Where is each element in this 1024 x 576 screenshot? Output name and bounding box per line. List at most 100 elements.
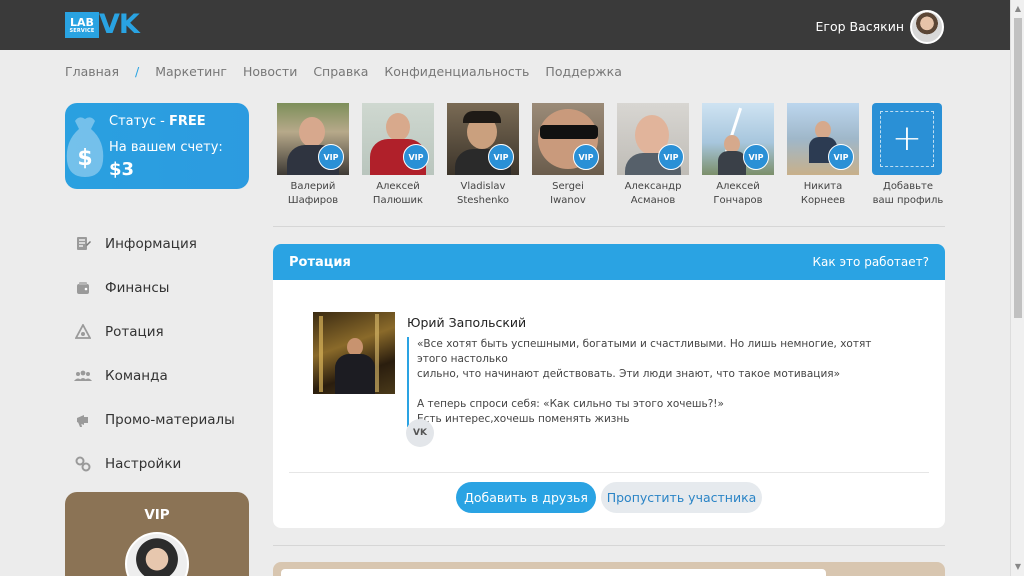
- top-nav: Главная / Маркетинг Новости Справка Конф…: [65, 64, 638, 79]
- vip-badge: VIP: [743, 144, 769, 170]
- vip-card-title: VIP: [144, 507, 170, 523]
- logo-lab-text: LAB: [70, 15, 94, 29]
- info-icon: [74, 235, 92, 253]
- vip-member-name: Sergei Iwanov: [532, 180, 604, 208]
- section-divider: [273, 545, 945, 546]
- vip-member-photo[interactable]: VIP: [532, 103, 604, 175]
- vip-member[interactable]: VIP Sergei Iwanov: [532, 103, 604, 208]
- wallet-icon: [74, 279, 92, 297]
- sidebar-item-promo[interactable]: Промо-материалы: [74, 398, 235, 442]
- vip-member[interactable]: VIP Никита Корнеев: [787, 103, 859, 208]
- scroll-thumb[interactable]: [1014, 18, 1022, 318]
- sidebar-item-label: Ротация: [105, 324, 164, 340]
- bottom-card-inner: [281, 569, 826, 576]
- vip-member-first-name: Алексей: [716, 181, 760, 192]
- user-name[interactable]: Егор Васякин: [816, 19, 905, 34]
- sidebar-item-label: Команда: [105, 368, 168, 384]
- vip-member-first-name: Валерий: [290, 181, 336, 192]
- vip-member-first-name: Никита: [803, 181, 843, 192]
- vip-badge: VIP: [658, 144, 684, 170]
- nav-link-marketing[interactable]: Маркетинг: [155, 64, 227, 79]
- vip-member-photo[interactable]: VIP: [787, 103, 859, 175]
- rotation-panel-title: Ротация: [289, 254, 351, 270]
- vip-member-name: Александр Асманов: [617, 180, 689, 208]
- vip-card[interactable]: VIP: [65, 492, 249, 576]
- vip-member-first-name: Александр: [624, 181, 682, 192]
- vip-badge: VIP: [488, 144, 514, 170]
- vip-member-name: Алексей Гончаров: [702, 180, 774, 208]
- vip-member[interactable]: VIP Александр Асманов: [617, 103, 689, 208]
- skip-participant-button[interactable]: Пропустить участника: [601, 482, 762, 513]
- vip-member-name: Валерий Шафиров: [277, 180, 349, 208]
- vip-card-photo[interactable]: [125, 532, 189, 576]
- sidebar-item-team[interactable]: Команда: [74, 354, 235, 398]
- logo[interactable]: LAB SERVICE VK: [65, 9, 140, 40]
- nav-link-help[interactable]: Справка: [313, 64, 368, 79]
- vip-member[interactable]: VIP Vladislav Steshenko: [447, 103, 519, 208]
- sidebar-item-rotation[interactable]: Ротация: [74, 310, 235, 354]
- sidebar-item-finance[interactable]: Финансы: [74, 266, 235, 310]
- megaphone-icon: [74, 411, 92, 429]
- scroll-up-arrow-icon[interactable]: ▲: [1011, 2, 1024, 16]
- panel-divider: [289, 472, 929, 473]
- vk-profile-icon[interactable]: VK: [406, 419, 434, 447]
- vip-badge: VIP: [828, 144, 854, 170]
- sidebar-item-settings[interactable]: Настройки: [74, 442, 235, 486]
- rotation-person-name[interactable]: Юрий Запольский: [407, 315, 526, 330]
- vip-member[interactable]: VIP Алексей Гончаров: [702, 103, 774, 208]
- quote-line: Есть интерес,хочешь поменять жизнь: [417, 413, 630, 425]
- vip-badge: VIP: [318, 144, 344, 170]
- rotation-panel-header: Ротация Как это работает?: [273, 244, 945, 280]
- vip-member-last-name: Гончаров: [713, 195, 763, 206]
- status-line: Статус - FREE: [109, 114, 206, 129]
- add-profile-label-line1: Добавьте: [883, 181, 933, 192]
- status-label: Статус -: [109, 114, 169, 129]
- add-friend-button[interactable]: Добавить в друзья: [456, 482, 596, 513]
- quote-line: «Все хотят быть успешными, богатыми и сч…: [417, 338, 872, 365]
- status-card: $ Статус - FREE На вашем счету: $3: [65, 103, 249, 189]
- sidebar-item-info[interactable]: Информация: [74, 222, 235, 266]
- quote-line: сильно, что начинают действовать. Эти лю…: [417, 368, 841, 380]
- vip-member[interactable]: VIP Валерий Шафиров: [277, 103, 349, 208]
- how-it-works-link[interactable]: Как это работает?: [813, 255, 929, 269]
- balance-label: На вашем счету:: [109, 140, 223, 155]
- vip-member-first-name: Vladislav: [460, 181, 506, 192]
- money-bag-symbol: $: [77, 146, 92, 171]
- vip-member-first-name: Алексей: [376, 181, 420, 192]
- page-scrollbar[interactable]: ▲ ▼: [1010, 0, 1024, 576]
- nav-link-news[interactable]: Новости: [243, 64, 297, 79]
- sidebar-item-label: Финансы: [105, 280, 170, 296]
- vip-member-photo[interactable]: VIP: [617, 103, 689, 175]
- rotation-person-quote: «Все хотят быть успешными, богатыми и сч…: [407, 337, 897, 427]
- nav-link-home[interactable]: Главная: [65, 64, 119, 79]
- scroll-down-arrow-icon[interactable]: ▼: [1011, 560, 1024, 574]
- vip-member-name: Никита Корнеев: [787, 180, 859, 208]
- section-divider: [273, 226, 945, 227]
- money-bag-icon: $: [66, 117, 104, 177]
- add-profile-button[interactable]: +: [872, 103, 942, 175]
- vip-member-name: Vladislav Steshenko: [447, 180, 519, 208]
- vip-member-first-name: Sergei: [552, 181, 584, 192]
- nav-link-support[interactable]: Поддержка: [545, 64, 621, 79]
- rotation-panel: Ротация Как это работает? Юрий Запольски…: [273, 244, 945, 528]
- plus-icon: +: [880, 111, 934, 167]
- team-icon: [74, 367, 92, 385]
- vip-member[interactable]: VIP Алексей Палюшик: [362, 103, 434, 208]
- vip-member-photo[interactable]: VIP: [277, 103, 349, 175]
- quote-line: А теперь спроси себя: «Как сильно ты это…: [417, 398, 724, 410]
- rotation-icon: [74, 323, 92, 341]
- logo-vk-text: VK: [99, 9, 140, 40]
- vip-member-photo[interactable]: VIP: [362, 103, 434, 175]
- vip-member-photo[interactable]: VIP: [702, 103, 774, 175]
- vip-member-photo[interactable]: VIP: [447, 103, 519, 175]
- vip-badge: VIP: [573, 144, 599, 170]
- vip-member-last-name: Шафиров: [287, 195, 339, 206]
- vip-member-name: Алексей Палюшик: [362, 180, 434, 208]
- settings-icon: [74, 455, 92, 473]
- user-avatar[interactable]: [910, 10, 944, 44]
- rotation-person-photo[interactable]: [313, 312, 395, 394]
- add-profile[interactable]: + Добавьте ваш профиль: [872, 103, 944, 208]
- nav-separator: /: [135, 64, 140, 79]
- nav-link-privacy[interactable]: Конфиденциальность: [384, 64, 529, 79]
- vip-strip: VIP Валерий Шафиров VIP Алексей Палюшик …: [277, 103, 957, 208]
